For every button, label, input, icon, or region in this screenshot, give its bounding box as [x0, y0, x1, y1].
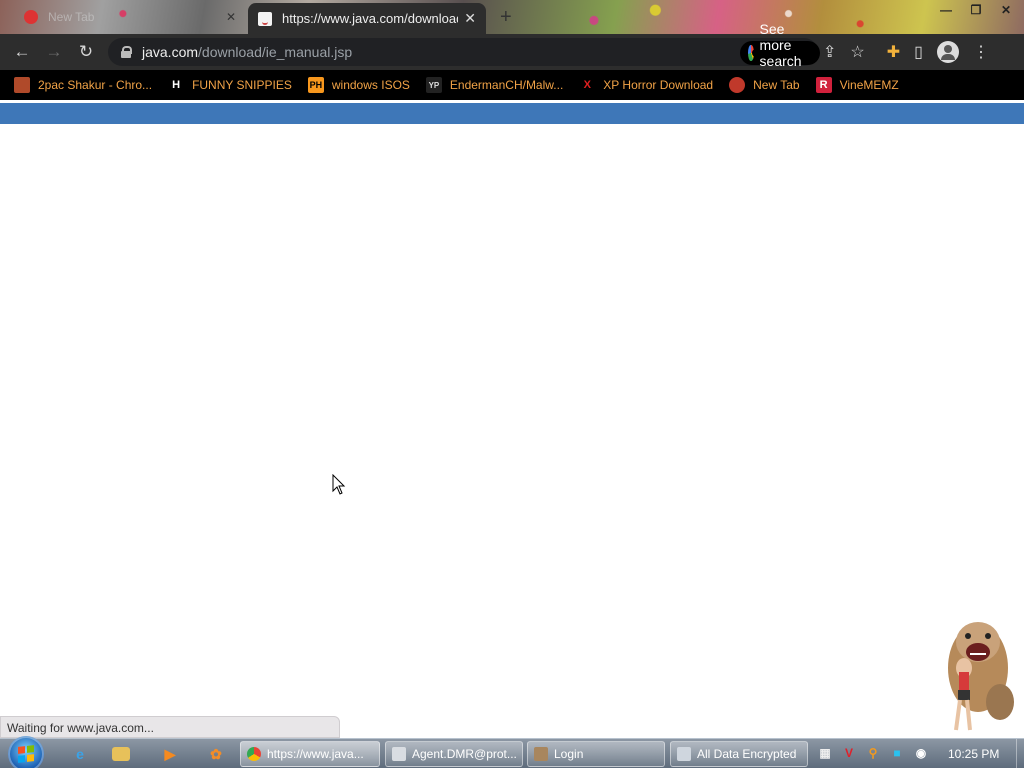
bookmark-label: EndermanCH/Malw... — [449, 78, 564, 92]
toolbar-actions: ⇪ ☆ ✚ ▯ ⋮ — [823, 34, 989, 70]
tray-display-icon[interactable]: ■ — [888, 744, 906, 762]
bookmark-label: New Tab — [753, 78, 800, 92]
see-more-search-results-chip[interactable]: See more search results — [740, 21, 821, 85]
bookmark-item[interactable]: YP EndermanCH/Malw... — [425, 77, 564, 93]
reload-icon[interactable]: ↻ — [70, 42, 102, 62]
page-header-bar — [0, 103, 1024, 124]
lock-icon[interactable] — [120, 46, 132, 58]
bookmark-label: XP Horror Download — [603, 78, 714, 92]
taskbar-button[interactable]: https://www.java... — [240, 741, 380, 767]
browser-toolbar: ← → ↻ java.com/download/ie_manual.jsp Se… — [0, 21, 1024, 85]
bookmark-label: VineMEMZ — [839, 78, 899, 92]
url-text[interactable]: java.com/download/ie_manual.jsp — [142, 44, 352, 60]
forward-arrow-icon[interactable]: → — [38, 42, 70, 62]
avast-icon[interactable]: ✿ — [204, 743, 228, 765]
mouse-cursor-icon — [332, 474, 346, 495]
tab-favicon-icon — [24, 10, 38, 24]
menu-kebab-icon[interactable]: ⋮ — [973, 42, 989, 62]
media-player-icon[interactable]: ▶ — [158, 743, 182, 765]
bookmark-item[interactable]: X XP Horror Download — [579, 77, 714, 93]
taskbar-button-label: All Data Encrypted — [697, 747, 797, 761]
encrypted-window-icon — [677, 747, 691, 761]
status-bubble: Waiting for www.java.com... — [0, 716, 340, 738]
google-icon — [748, 45, 760, 61]
h-logo-icon: H — [172, 79, 181, 91]
internet-explorer-icon[interactable]: e — [68, 743, 92, 765]
bookmark-label: FUNNY SNIPPIES — [192, 78, 292, 92]
taskbar-button[interactable]: Login — [527, 741, 665, 767]
bookmarks-bar: 2pac Shakur - Chro... H FUNNY SNIPPIES PH wi… — [0, 70, 1024, 100]
share-icon[interactable]: ⇪ — [823, 42, 836, 62]
new-tab-plus-icon[interactable]: + — [500, 6, 512, 29]
tab-close-icon[interactable]: ✕ — [226, 10, 236, 24]
bookmark-item[interactable]: H FUNNY SNIPPIES — [168, 77, 292, 93]
side-panel-icon[interactable]: ▯ — [914, 42, 923, 62]
page-content — [0, 124, 1024, 738]
show-desktop-button[interactable] — [1016, 739, 1024, 768]
bookmark-label: 2pac Shakur - Chro... — [38, 78, 153, 92]
paper-bag-icon — [14, 77, 30, 93]
minimize-icon[interactable]: — — [936, 2, 956, 18]
skull-icon — [729, 77, 746, 93]
taskbar-button-label: Login — [554, 747, 584, 761]
chrome-icon — [247, 747, 261, 761]
taskbar: e ▶ ✿ https://www.java... Agent.DMR@prot.… — [0, 736, 1024, 768]
file-explorer-icon[interactable] — [112, 747, 130, 761]
taskbar-button-label: https://www.java... — [267, 747, 364, 761]
start-button[interactable] — [8, 736, 44, 768]
bookmark-item[interactable]: R VineMEMZ — [815, 77, 899, 93]
address-bar[interactable]: java.com/download/ie_manual.jsp See more… — [108, 21, 821, 85]
back-arrow-icon[interactable]: ← — [6, 42, 38, 62]
tab-title: New Tab — [48, 10, 95, 24]
tray-search-icon[interactable]: ⚲ — [864, 744, 882, 762]
bookmark-item[interactable]: 2pac Shakur - Chro... — [14, 77, 152, 93]
bookmark-item[interactable]: New Tab — [729, 77, 800, 93]
tray-app-icon[interactable]: ▦ — [816, 744, 834, 762]
taskbar-button-label: Agent.DMR@prot... — [412, 747, 517, 761]
tab-close-icon[interactable]: ✕ — [464, 10, 476, 27]
r-logo-icon: R — [815, 77, 832, 93]
close-window-icon[interactable]: ✕ — [996, 2, 1016, 18]
tab-title: https://www.java.com/download — [282, 11, 459, 26]
bookmark-item[interactable]: PH windows ISOS — [307, 77, 410, 93]
ph-logo-icon: PH — [307, 77, 324, 93]
extensions-puzzle-icon[interactable]: ✚ — [887, 42, 900, 62]
bookmark-star-icon[interactable]: ☆ — [850, 42, 864, 62]
login-app-icon — [534, 747, 548, 761]
app-window-icon — [392, 747, 406, 761]
taskbar-button[interactable]: All Data Encrypted — [670, 741, 808, 767]
tab-new-tab[interactable]: New Tab ✕ — [14, 4, 246, 30]
java-favicon-icon — [258, 11, 272, 26]
restore-icon[interactable]: ❐ — [966, 2, 986, 18]
tray-v-icon[interactable]: V — [840, 744, 858, 762]
profile-avatar-icon[interactable] — [936, 41, 959, 63]
taskbar-clock[interactable]: 10:25 PM — [948, 747, 999, 761]
bookmark-label: windows ISOS — [331, 78, 410, 92]
taskbar-button[interactable]: Agent.DMR@prot... — [385, 741, 523, 767]
system-tray: ▦ V ⚲ ■ ◉ — [816, 744, 930, 762]
tab-strip: New Tab ✕ https://www.java.com/download … — [0, 0, 1024, 34]
tray-disk-icon[interactable]: ◉ — [912, 744, 930, 762]
tab-java-download[interactable]: https://www.java.com/download ✕ — [248, 3, 486, 34]
yp-logo-icon: YP — [425, 77, 442, 93]
window-controls: — ❐ ✕ — [936, 2, 1016, 18]
desktop-mascot-image — [948, 622, 1014, 731]
x-logo-icon: X — [583, 79, 591, 91]
